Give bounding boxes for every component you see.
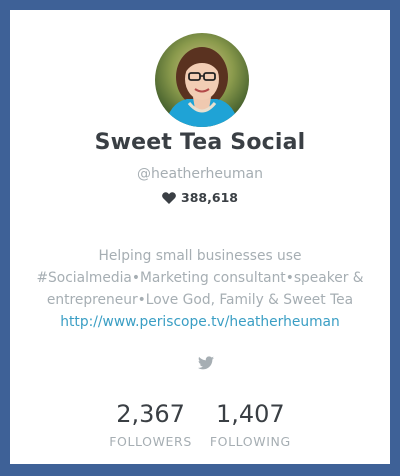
avatar-photo	[155, 33, 249, 127]
display-name: Sweet Tea Social	[94, 130, 306, 155]
following-stat[interactable]: 1,407 FOLLOWING	[210, 400, 291, 449]
following-count: 1,407	[215, 400, 285, 428]
handle: @heatherheuman	[137, 166, 263, 182]
bio-line-3: entrepreneur•Love God, Family & Sweet Te…	[46, 292, 354, 308]
hearts-value: 388,618	[181, 190, 238, 205]
hearts-count: 388,618	[10, 190, 390, 205]
avatar[interactable]	[155, 33, 249, 127]
following-label: FOLLOWING	[209, 434, 291, 449]
followers-label: FOLLOWERS	[109, 434, 192, 449]
followers-stat[interactable]: 2,367 FOLLOWERS	[109, 400, 192, 449]
bio: Helping small businesses use #Socialmedi…	[20, 245, 380, 333]
profile-card: Sweet Tea Social @heatherheuman 388,618 …	[10, 10, 390, 464]
twitter-icon[interactable]	[198, 355, 214, 370]
followers-count: 2,367	[116, 400, 185, 428]
stats: 2,367 FOLLOWERS 1,407 FOLLOWING	[10, 400, 390, 449]
heart-icon	[162, 191, 176, 204]
bio-line-2: #Socialmedia•Marketing consultant•speake…	[36, 270, 364, 286]
bio-line-1: Helping small businesses use	[98, 248, 302, 264]
profile-link[interactable]: http://www.periscope.tv/heatherheuman	[60, 314, 339, 330]
